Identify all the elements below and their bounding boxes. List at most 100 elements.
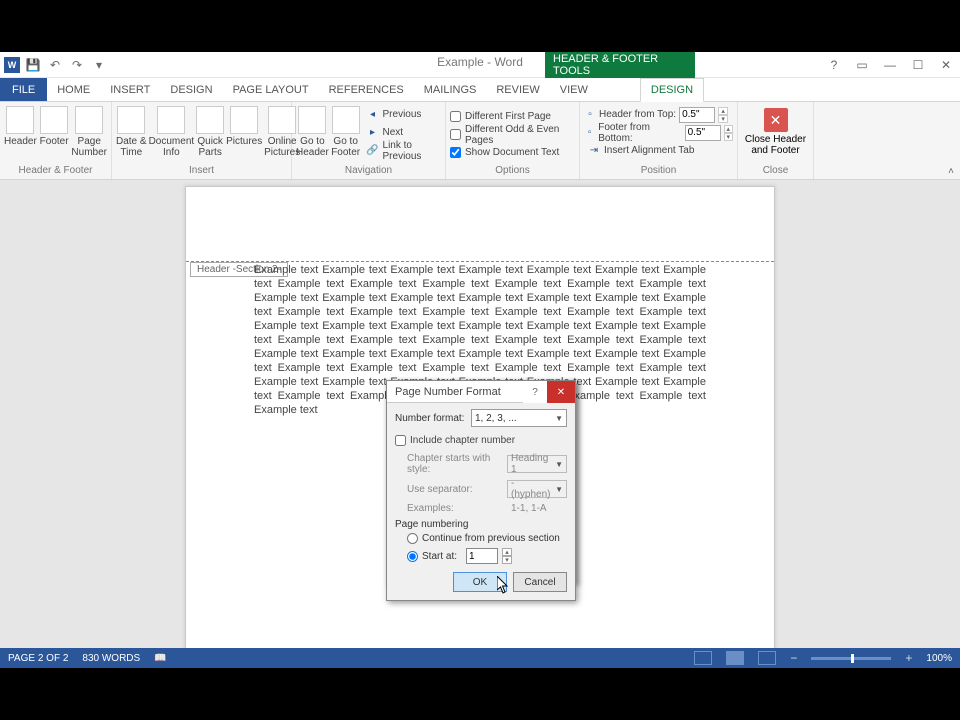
- quick-parts-button[interactable]: Quick Parts: [196, 104, 224, 158]
- ribbon-tabs: FILE HOME INSERT DESIGN PAGE LAYOUT REFE…: [0, 78, 960, 102]
- status-page[interactable]: PAGE 2 OF 2: [8, 653, 68, 664]
- previous-button[interactable]: ◂Previous: [363, 106, 441, 123]
- start-at-radio[interactable]: [407, 551, 418, 562]
- minimize-icon[interactable]: —: [876, 52, 904, 78]
- read-mode-icon[interactable]: [694, 651, 712, 665]
- close-hf-icon: ✕: [764, 108, 788, 132]
- ok-button[interactable]: OK: [453, 572, 507, 592]
- word-logo-icon: W: [4, 57, 20, 73]
- tab-file[interactable]: FILE: [0, 78, 47, 101]
- chapter-style-label: Chapter starts with style:: [407, 453, 503, 475]
- continue-radio[interactable]: [407, 533, 418, 544]
- footer-from-bottom-input[interactable]: [685, 125, 721, 141]
- footer-bottom-spinner[interactable]: ▴▾: [724, 125, 733, 141]
- proofing-icon[interactable]: 📖: [154, 653, 166, 664]
- pictures-button[interactable]: Pictures: [226, 104, 262, 147]
- previous-icon: ◂: [367, 109, 379, 121]
- zoom-in-icon[interactable]: +: [905, 651, 912, 665]
- ribbon-display-icon[interactable]: ▭: [848, 52, 876, 78]
- link-icon: 🔗: [367, 145, 379, 157]
- tab-review[interactable]: REVIEW: [486, 78, 549, 101]
- insert-alignment-tab-button[interactable]: ⇥Insert Alignment Tab: [584, 142, 733, 159]
- quick-access-toolbar: W 💾 ↶ ↷ ▾: [0, 56, 108, 74]
- zoom-slider[interactable]: [811, 657, 891, 660]
- dialog-title-bar[interactable]: Page Number Format ? ✕: [387, 381, 575, 403]
- dialog-title: Page Number Format: [395, 386, 501, 398]
- zoom-level[interactable]: 100%: [926, 653, 952, 664]
- header-from-top-input[interactable]: [679, 107, 715, 123]
- page-number-format-dialog: Page Number Format ? ✕ Number format: 1,…: [386, 380, 576, 601]
- header-button[interactable]: Header: [4, 104, 37, 147]
- document-area: Header -Section 2- Example text Example …: [0, 180, 960, 648]
- header-from-top-label: Header from Top:: [599, 109, 676, 120]
- number-format-select[interactable]: 1, 2, 3, ...▼: [471, 409, 567, 427]
- status-words[interactable]: 830 WORDS: [82, 653, 140, 664]
- date-time-button[interactable]: Date & Time: [116, 104, 147, 158]
- tab-references[interactable]: REFERENCES: [319, 78, 414, 101]
- tab-page-layout[interactable]: PAGE LAYOUT: [223, 78, 319, 101]
- tab-mailings[interactable]: MAILINGS: [414, 78, 487, 101]
- footer-from-bottom-label: Footer from Bottom:: [598, 122, 681, 144]
- ribbon: Header Footer Page Number Header & Foote…: [0, 102, 960, 180]
- tab-design[interactable]: DESIGN: [160, 78, 222, 101]
- web-layout-icon[interactable]: [758, 651, 776, 665]
- header-top-spinner[interactable]: ▴▾: [718, 107, 728, 123]
- next-button[interactable]: ▸Next: [363, 124, 441, 141]
- group-navigation-label: Navigation: [296, 165, 441, 179]
- print-layout-icon[interactable]: [726, 651, 744, 665]
- qat-dropdown-icon[interactable]: ▾: [90, 56, 108, 74]
- document-info-button[interactable]: Document Info: [149, 104, 195, 158]
- group-options-label: Options: [450, 165, 575, 179]
- start-at-label[interactable]: Start at:: [422, 551, 462, 562]
- close-icon[interactable]: ✕: [932, 52, 960, 78]
- save-icon[interactable]: 💾: [24, 56, 42, 74]
- examples-label: Examples:: [407, 503, 507, 514]
- goto-header-button[interactable]: Go to Header: [296, 104, 329, 158]
- status-bar: PAGE 2 OF 2 830 WORDS 📖 − + 100%: [0, 648, 960, 668]
- page-numbering-label: Page numbering: [395, 519, 567, 530]
- use-separator-label: Use separator:: [407, 484, 503, 495]
- align-tab-icon: ⇥: [588, 145, 600, 157]
- continue-label[interactable]: Continue from previous section: [422, 533, 560, 544]
- group-position-label: Position: [584, 165, 733, 179]
- collapse-ribbon-icon[interactable]: ˄: [948, 166, 954, 177]
- chevron-down-icon: ▼: [555, 414, 563, 423]
- undo-icon[interactable]: ↶: [46, 56, 64, 74]
- zoom-out-icon[interactable]: −: [790, 651, 797, 665]
- link-previous-button[interactable]: 🔗Link to Previous: [363, 142, 441, 159]
- goto-footer-button[interactable]: Go to Footer: [331, 104, 361, 158]
- include-chapter-number-check[interactable]: Include chapter number: [395, 432, 567, 449]
- chapter-style-select: Heading 1▼: [507, 455, 567, 473]
- redo-icon[interactable]: ↷: [68, 56, 86, 74]
- examples-value: 1-1, 1-A: [511, 503, 547, 514]
- tab-view[interactable]: VIEW: [550, 78, 598, 101]
- start-at-input[interactable]: [466, 548, 498, 564]
- footer-bottom-icon: ▫: [584, 127, 595, 139]
- page-number-button[interactable]: Page Number: [71, 104, 107, 158]
- different-odd-even-check[interactable]: Different Odd & Even Pages: [450, 126, 575, 143]
- group-close-label: Close: [742, 165, 809, 179]
- header-top-icon: ▫: [584, 109, 596, 121]
- tab-home[interactable]: HOME: [47, 78, 100, 101]
- number-format-label: Number format:: [395, 413, 467, 424]
- dialog-close-icon[interactable]: ✕: [547, 381, 575, 403]
- use-separator-select: - (hyphen)▼: [507, 480, 567, 498]
- help-icon[interactable]: ?: [820, 52, 848, 78]
- dialog-help-icon[interactable]: ?: [523, 381, 547, 403]
- cancel-button[interactable]: Cancel: [513, 572, 567, 592]
- tab-insert[interactable]: INSERT: [100, 78, 160, 101]
- show-document-text-check[interactable]: Show Document Text: [450, 144, 575, 161]
- title-bar: W 💾 ↶ ↷ ▾ Example - Word HEADER & FOOTER…: [0, 52, 960, 78]
- next-icon: ▸: [367, 127, 379, 139]
- close-header-footer-button[interactable]: ✕ Close Header and Footer: [742, 104, 809, 156]
- tab-context-design[interactable]: DESIGN: [640, 78, 704, 102]
- start-at-spinner[interactable]: ▴▾: [502, 548, 512, 564]
- maximize-icon[interactable]: ☐: [904, 52, 932, 78]
- different-first-page-check[interactable]: Different First Page: [450, 108, 575, 125]
- word-window: W 💾 ↶ ↷ ▾ Example - Word HEADER & FOOTER…: [0, 52, 960, 668]
- group-insert-label: Insert: [116, 165, 287, 179]
- window-title: Example - Word: [437, 55, 523, 69]
- context-tools-label: HEADER & FOOTER TOOLS: [545, 52, 695, 78]
- group-header-footer-label: Header & Footer: [4, 165, 107, 179]
- footer-button[interactable]: Footer: [39, 104, 70, 147]
